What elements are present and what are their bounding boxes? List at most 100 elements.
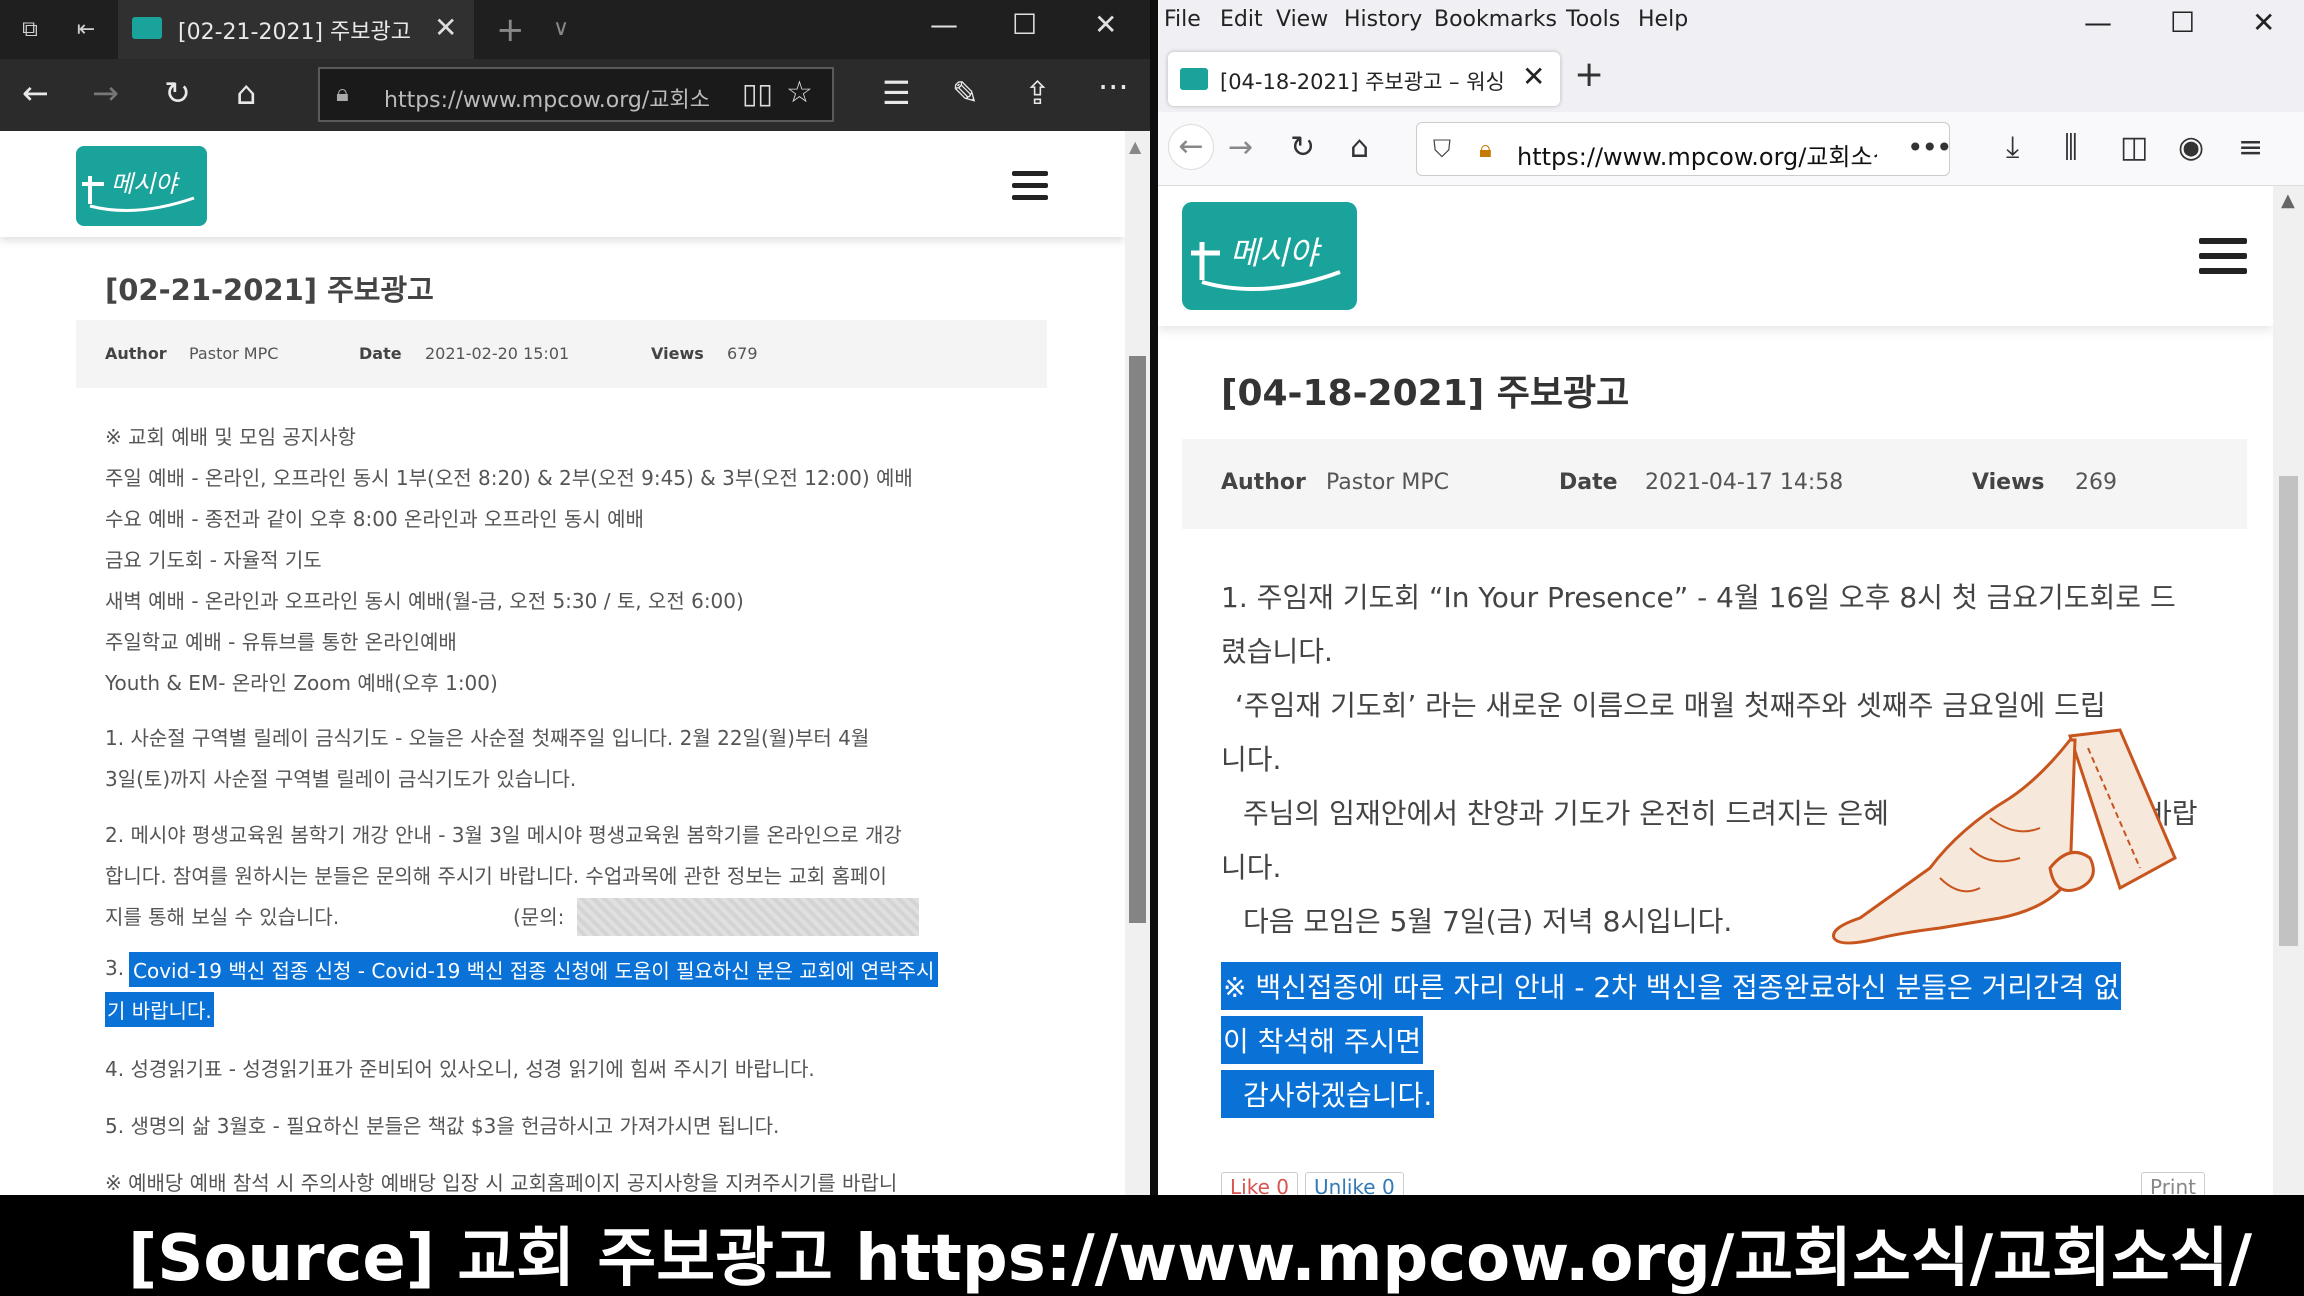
- minimize-icon[interactable]: —: [2084, 6, 2112, 39]
- highlighted-line: 기 바랍니다.: [105, 992, 214, 1027]
- minimize-icon[interactable]: —: [930, 8, 958, 41]
- caption-bar: [Source] 교회 주보광고 https://www.mpcow.org/교…: [0, 1195, 2304, 1296]
- close-tab-icon[interactable]: ✕: [1522, 60, 1545, 93]
- new-tab-icon[interactable]: +: [1574, 54, 1604, 95]
- close-icon[interactable]: ✕: [1094, 8, 1117, 41]
- back-arrow-icon[interactable]: ←: [22, 75, 49, 111]
- menu-tools[interactable]: Tools: [1566, 7, 1620, 32]
- highlighted-line: 감사하겠습니다.: [1221, 1070, 1435, 1118]
- author-label: Author: [1221, 470, 1306, 495]
- tab-sets-icon[interactable]: ⧉: [16, 18, 44, 42]
- app-menu-icon[interactable]: ≡: [2238, 130, 2263, 166]
- author-value: Pastor MPC: [1326, 470, 1449, 495]
- post-line: 1. 주임재 기도회 “In Your Presence” - 4월 16일 오…: [1221, 581, 2176, 614]
- left-page-content: 메시야 [02-21-2021] 주보광고 Author Pastor MPC …: [0, 131, 1125, 1195]
- new-tab-icon[interactable]: +: [496, 10, 525, 50]
- page-actions-icon[interactable]: •••: [1907, 131, 1953, 164]
- download-icon[interactable]: ⤓: [2006, 130, 2019, 166]
- sidebar-icon[interactable]: ◫: [2120, 130, 2148, 166]
- maximize-icon[interactable]: ☐: [2170, 6, 2195, 39]
- lock-icon: 🔒︎: [336, 79, 349, 107]
- highlighted-line: Covid-19 백신 접종 신청 - Covid-19 백신 접종 신청에 도…: [129, 952, 939, 987]
- url-text: https://www.mpcow.org/교회소: [384, 88, 710, 113]
- home-icon[interactable]: ⌂: [1350, 130, 1369, 166]
- maximize-icon[interactable]: ☐: [1012, 8, 1037, 41]
- inquiry-label: (문의:: [513, 905, 565, 929]
- forward-arrow-icon[interactable]: →: [1228, 130, 1253, 166]
- reload-icon[interactable]: ↻: [1290, 130, 1315, 166]
- post-line: 3일(토)까지 사순절 구역별 릴레이 금식기도가 있습니다.: [105, 767, 577, 791]
- like-button[interactable]: Like 0: [1221, 1172, 1298, 1195]
- unlike-button[interactable]: Unlike 0: [1305, 1172, 1404, 1195]
- scroll-up-icon[interactable]: ▲: [1129, 137, 1141, 156]
- post-meta: Author Pastor MPC Date 2021-04-17 14:58 …: [1182, 439, 2247, 529]
- post-line: 니다.: [1221, 743, 1282, 776]
- web-note-pen-icon[interactable]: ✎: [952, 75, 979, 111]
- tracking-shield-icon[interactable]: ⛉: [1433, 135, 1451, 163]
- print-button[interactable]: Print: [2141, 1172, 2206, 1195]
- blurred-contact: [577, 898, 919, 936]
- post-line: 렸습니다.: [1221, 635, 1333, 668]
- views-value: 679: [727, 344, 758, 363]
- back-arrow-icon[interactable]: ←: [1168, 124, 1214, 170]
- logo-text: 메시야: [111, 170, 180, 198]
- share-icon[interactable]: ⇪: [1024, 75, 1051, 111]
- menu-file[interactable]: File: [1164, 7, 1201, 32]
- post-line: 주님의 임재안에서 찬양과 기도가 온전히 드려지는 은혜: [1243, 797, 1889, 830]
- date-value: 2021-04-17 14:58: [1645, 470, 1844, 495]
- author-value: Pastor MPC: [189, 344, 279, 363]
- url-text: https://www.mpcow.org/교회소식/교: [1517, 143, 1877, 171]
- post-line: Youth & EM- 온라인 Zoom 예배(오후 1:00): [105, 671, 498, 695]
- scrollbar-thumb[interactable]: [1129, 356, 1146, 923]
- site-logo[interactable]: 메시야: [76, 146, 207, 226]
- home-icon[interactable]: ⌂: [236, 75, 256, 111]
- nav-bar: ← → ↻ ⌂ ⛉ 🔒︎ https://www.mpcow.org/교회소식/…: [1158, 112, 2304, 186]
- menu-edit[interactable]: Edit: [1220, 7, 1263, 32]
- views-label: Views: [1972, 470, 2045, 495]
- tab-back-icon[interactable]: ⇤: [72, 18, 100, 42]
- firefox-tab[interactable]: [04-18-2021] 주보광고 – 워싱 ✕: [1168, 52, 1560, 106]
- refresh-icon[interactable]: ↻: [164, 75, 191, 111]
- library-icon[interactable]: ⫼: [2064, 130, 2078, 166]
- chevron-down-icon[interactable]: ∨: [553, 16, 569, 41]
- edge-toolbar: ← → ↻ ⌂ 🔒︎ https://www.mpcow.org/교회소 ▯▯ …: [0, 59, 1150, 131]
- hamburger-menu-icon[interactable]: [2199, 238, 2247, 283]
- more-icon[interactable]: ···: [1098, 69, 1129, 105]
- close-tab-icon[interactable]: ✕: [434, 11, 457, 44]
- forward-arrow-icon[interactable]: →: [92, 75, 119, 111]
- scrollbar-thumb[interactable]: [2279, 476, 2298, 946]
- scrollbar[interactable]: ▲: [1125, 131, 1150, 1195]
- close-icon[interactable]: ✕: [2252, 6, 2275, 39]
- author-label: Author: [105, 344, 167, 363]
- hamburger-menu-icon[interactable]: [1012, 171, 1048, 207]
- post-line: 4. 성경읽기표 - 성경읽기표가 준비되어 있사오니, 성경 읽기에 힘써 주…: [105, 1057, 815, 1081]
- favorites-hub-icon[interactable]: ☰: [882, 75, 911, 111]
- post-line: 새벽 예배 - 온라인과 오프라인 동시 예배(월-금, 오전 5:30 / 토…: [105, 589, 744, 613]
- menu-help[interactable]: Help: [1638, 7, 1688, 32]
- scroll-up-icon[interactable]: ▲: [2281, 190, 2295, 211]
- highlighted-line: ※ 백신접종에 따른 자리 안내 - 2차 백신을 접종완료하신 분들은 거리간…: [1221, 962, 2122, 1010]
- post-title: [04-18-2021] 주보광고: [1221, 373, 1630, 414]
- views-value: 269: [2075, 470, 2117, 495]
- right-page-content: 메시야 [04-18-2021] 주보광고 Author Pastor MPC …: [1158, 186, 2273, 1195]
- address-bar[interactable]: 🔒︎ https://www.mpcow.org/교회소 ▯▯ ☆: [318, 67, 834, 122]
- menu-history[interactable]: History: [1344, 7, 1422, 32]
- account-icon[interactable]: ◉: [2178, 130, 2204, 166]
- favorite-star-icon[interactable]: ☆: [786, 75, 813, 110]
- reading-view-icon[interactable]: ▯▯: [742, 77, 773, 110]
- edge-titlebar: ⧉ ⇤ [02-21-2021] 주보광고 ✕ + ∨ — ☐ ✕: [0, 0, 1150, 59]
- views-label: Views: [651, 344, 704, 363]
- edge-tab[interactable]: [02-21-2021] 주보광고 ✕: [118, 0, 474, 59]
- menu-bar: File Edit View History Bookmarks Tools H…: [1158, 0, 2304, 46]
- tab-strip: [04-18-2021] 주보광고 – 워싱 ✕ +: [1158, 46, 2304, 112]
- post-actions: Like 0 Unlike 0 Print: [1221, 1172, 2231, 1195]
- menu-bookmarks[interactable]: Bookmarks: [1434, 7, 1557, 32]
- scrollbar[interactable]: ▲: [2273, 186, 2304, 1195]
- post-line: 금요 기도회 - 자율적 기도: [105, 548, 322, 572]
- site-logo[interactable]: 메시야: [1182, 202, 1357, 310]
- menu-view[interactable]: View: [1276, 7, 1328, 32]
- site-header: 메시야: [1158, 186, 2273, 326]
- url-bar[interactable]: ⛉ 🔒︎ https://www.mpcow.org/교회소식/교 •••: [1416, 122, 1953, 176]
- post-line: ※ 교회 예배 및 모임 공지사항: [105, 425, 356, 449]
- lock-warning-icon[interactable]: 🔒︎: [1479, 135, 1492, 163]
